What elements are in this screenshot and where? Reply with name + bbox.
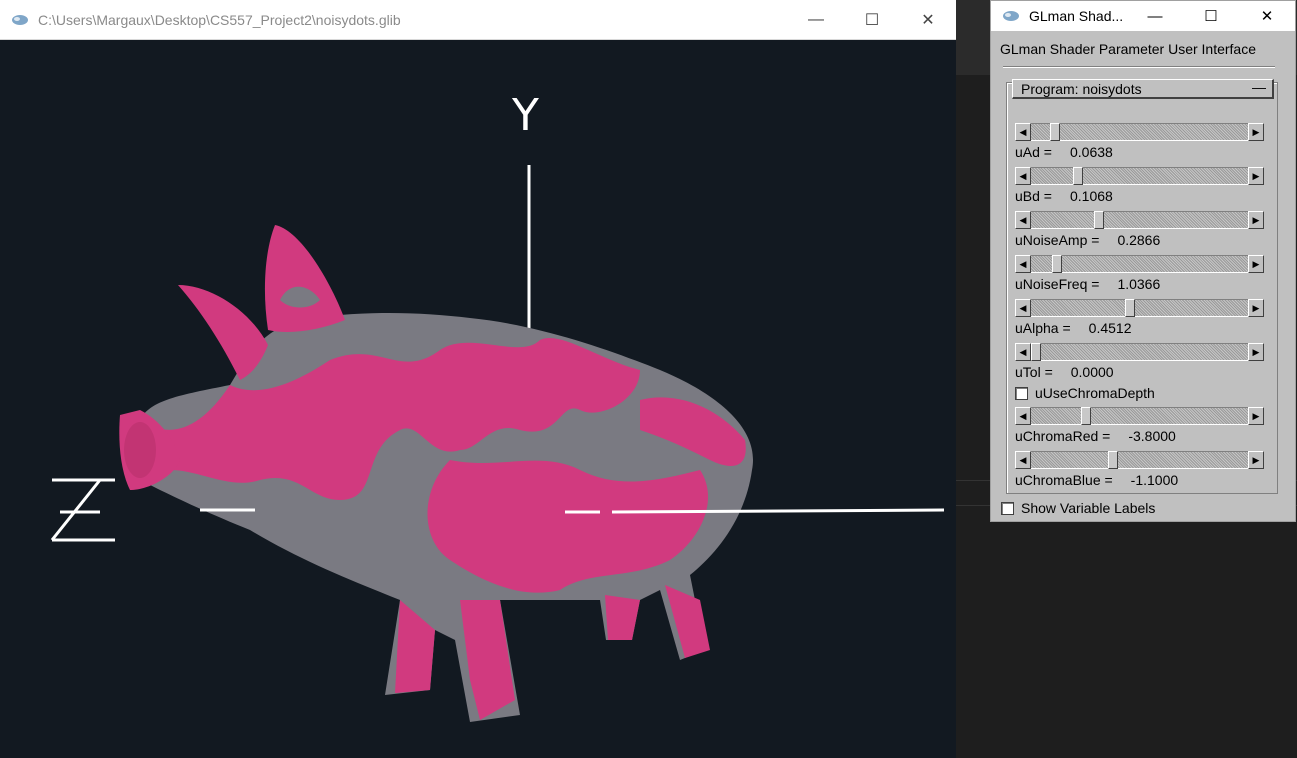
slider-right-arrow-icon[interactable]: ▶ — [1248, 123, 1264, 141]
slider-thumb[interactable] — [1108, 451, 1118, 469]
slider-thumb[interactable] — [1094, 211, 1104, 229]
slider-thumb[interactable] — [1081, 407, 1091, 425]
z-axis-label — [50, 478, 115, 542]
parameter-slider[interactable]: ◀ ▶ — [1015, 343, 1264, 361]
parameter-name: uBd = — [1015, 188, 1052, 204]
parameter-label: uChromaRed = -3.8000 — [1015, 428, 1176, 444]
slider-right-arrow-icon[interactable]: ▶ — [1248, 211, 1264, 229]
parameter-name: uNoiseFreq = — [1015, 276, 1100, 292]
chroma-depth-checkbox[interactable] — [1015, 386, 1028, 400]
close-button[interactable]: ✕ — [900, 0, 956, 40]
show-labels-checkbox[interactable] — [1001, 501, 1014, 515]
slider-track[interactable] — [1031, 407, 1248, 425]
slider-left-arrow-icon[interactable]: ◀ — [1015, 211, 1031, 229]
maximize-button[interactable]: ☐ — [844, 0, 900, 40]
parameter-slider[interactable]: ◀ ▶ — [1015, 211, 1264, 229]
parameter-label: uNoiseAmp = 0.2866 — [1015, 232, 1160, 248]
panel-heading: GLman Shader Parameter User Interface — [1000, 41, 1257, 57]
parameter-name: uChromaRed = — [1015, 428, 1111, 444]
parameter-label: uNoiseFreq = 1.0366 — [1015, 276, 1160, 292]
parameter-label: uAlpha = 0.4512 — [1015, 320, 1132, 336]
parameter-value: 0.2866 — [1117, 232, 1161, 248]
slider-track[interactable] — [1031, 123, 1248, 141]
parameter-label: uAd = 0.0638 — [1015, 144, 1113, 160]
parameter-name: uTol = — [1015, 364, 1053, 380]
parameter-slider[interactable]: ◀ ▶ — [1015, 123, 1264, 141]
slider-track[interactable] — [1031, 451, 1248, 469]
glman-app-icon — [12, 14, 28, 25]
parameter-label: uChromaBlue = -1.1000 — [1015, 472, 1178, 488]
glman-app-icon — [1003, 11, 1019, 21]
main-render-window: C:\Users\Margaux\Desktop\CS557_Project2\… — [0, 0, 956, 758]
slider-track[interactable] — [1031, 299, 1248, 317]
pig-model — [119, 225, 754, 722]
main-titlebar[interactable]: C:\Users\Margaux\Desktop\CS557_Project2\… — [0, 0, 956, 40]
parameter-label: uTol = 0.0000 — [1015, 364, 1114, 380]
slider-left-arrow-icon[interactable]: ◀ — [1015, 167, 1031, 185]
minimize-button[interactable]: — — [788, 0, 844, 40]
parameter-label: uBd = 0.1068 — [1015, 188, 1113, 204]
parameter-value: 0.4512 — [1088, 320, 1132, 336]
parameter-value: -1.1000 — [1130, 472, 1179, 488]
slider-left-arrow-icon[interactable]: ◀ — [1015, 299, 1031, 317]
y-axis-label: Y — [511, 90, 539, 141]
slider-right-arrow-icon[interactable]: ▶ — [1248, 451, 1264, 469]
slider-left-arrow-icon[interactable]: ◀ — [1015, 451, 1031, 469]
slider-thumb[interactable] — [1050, 123, 1060, 141]
slider-track[interactable] — [1031, 211, 1248, 229]
slider-left-arrow-icon[interactable]: ◀ — [1015, 407, 1031, 425]
slider-left-arrow-icon[interactable]: ◀ — [1015, 123, 1031, 141]
parameter-name: uNoiseAmp = — [1015, 232, 1100, 248]
parameter-name: uAd = — [1015, 144, 1052, 160]
parameter-value: -3.8000 — [1128, 428, 1176, 444]
slider-track[interactable] — [1031, 167, 1248, 185]
slider-right-arrow-icon[interactable]: ▶ — [1248, 299, 1264, 317]
parameter-slider[interactable]: ◀ ▶ — [1015, 407, 1264, 425]
parameter-value: 0.0638 — [1069, 144, 1113, 160]
chroma-depth-label: uUseChromaDepth — [1035, 385, 1155, 401]
glui-panel: GLman Shader Parameter User Interface Pr… — [991, 31, 1295, 521]
glman-panel-window: GLman Shad... — ☐ ✕ GLman Shader Paramet… — [990, 0, 1296, 522]
slider-right-arrow-icon[interactable]: ▶ — [1248, 167, 1264, 185]
close-button[interactable]: ✕ — [1239, 1, 1295, 31]
show-labels-checkbox-row[interactable]: Show Variable Labels — [1001, 500, 1155, 516]
parameter-slider[interactable]: ◀ ▶ — [1015, 255, 1264, 273]
parameter-value: 0.0000 — [1070, 364, 1114, 380]
program-label: Program: noisydots — [1021, 81, 1142, 97]
slider-thumb[interactable] — [1052, 255, 1062, 273]
minimize-button[interactable]: — — [1127, 1, 1183, 31]
slider-thumb[interactable] — [1125, 299, 1135, 317]
maximize-button[interactable]: ☐ — [1183, 1, 1239, 31]
render-canvas[interactable]: Y — [0, 40, 956, 758]
slider-left-arrow-icon[interactable]: ◀ — [1015, 255, 1031, 273]
slider-thumb[interactable] — [1073, 167, 1083, 185]
parameter-slider[interactable]: ◀ ▶ — [1015, 451, 1264, 469]
slider-track[interactable] — [1031, 343, 1248, 361]
slider-thumb[interactable] — [1031, 343, 1041, 361]
parameter-slider[interactable]: ◀ ▶ — [1015, 299, 1264, 317]
parameter-name: uChromaBlue = — [1015, 472, 1113, 488]
collapse-icon: — — [1252, 79, 1266, 95]
slider-left-arrow-icon[interactable]: ◀ — [1015, 343, 1031, 361]
slider-right-arrow-icon[interactable]: ▶ — [1248, 255, 1264, 273]
chroma-depth-checkbox-row[interactable]: uUseChromaDepth — [1015, 385, 1155, 401]
parameter-value: 1.0366 — [1117, 276, 1161, 292]
heading-separator — [1003, 66, 1275, 68]
parameter-value: 0.1068 — [1069, 188, 1113, 204]
panel-titlebar[interactable]: GLman Shad... — ☐ ✕ — [991, 1, 1295, 31]
slider-right-arrow-icon[interactable]: ▶ — [1248, 407, 1264, 425]
program-rollout-button[interactable]: Program: noisydots — — [1012, 79, 1274, 99]
parameter-name: uAlpha = — [1015, 320, 1071, 336]
slider-right-arrow-icon[interactable]: ▶ — [1248, 343, 1264, 361]
slider-track[interactable] — [1031, 255, 1248, 273]
parameter-slider[interactable]: ◀ ▶ — [1015, 167, 1264, 185]
panel-window-title: GLman Shad... — [1029, 8, 1124, 24]
show-labels-label: Show Variable Labels — [1021, 500, 1156, 516]
main-window-title: C:\Users\Margaux\Desktop\CS557_Project2\… — [38, 11, 401, 28]
